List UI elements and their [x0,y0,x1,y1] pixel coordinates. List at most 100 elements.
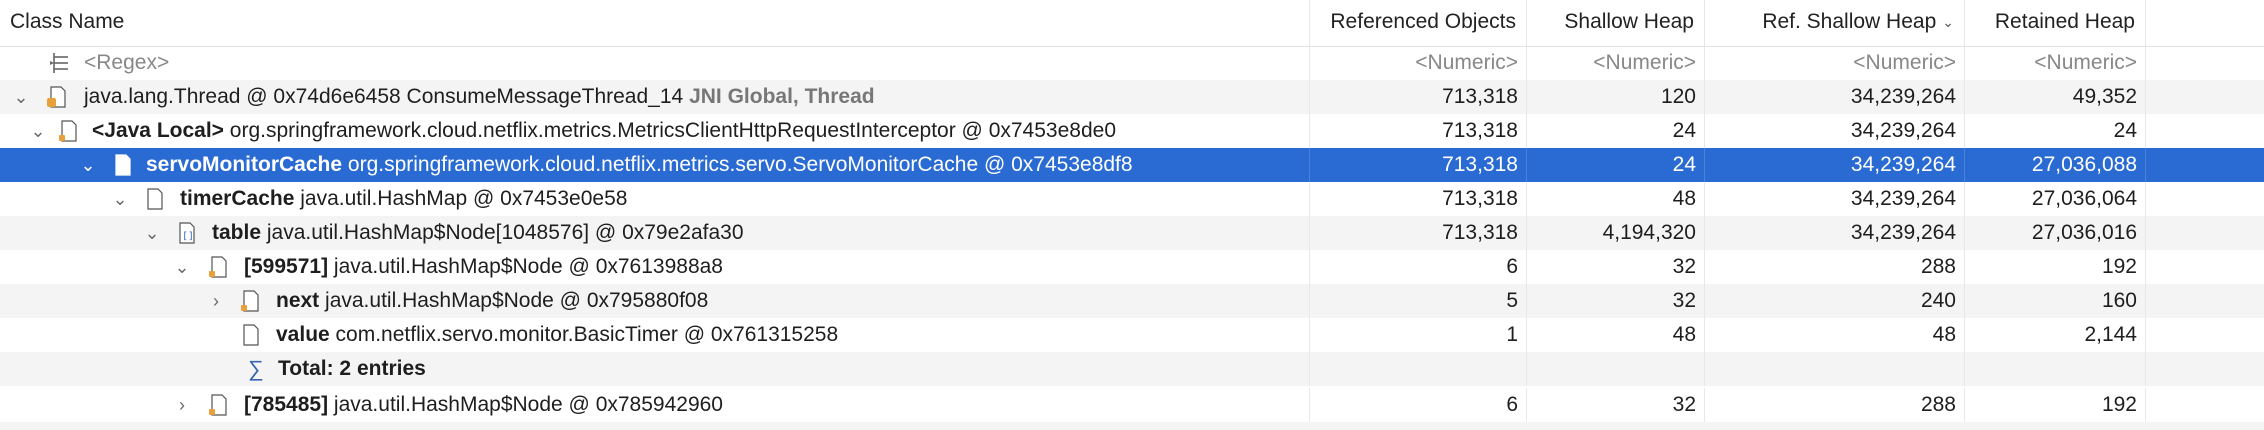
field-name: [599571] [244,255,329,278]
class-name-cell: › next java.util.HashMap$Node @ 0x795880… [0,284,1310,318]
table-row[interactable]: value com.netflix.servo.monitor.BasicTim… [0,318,2264,352]
referenced-objects-value [1310,352,1527,386]
ref-shallow-heap-value: 34,239,264 [1705,182,1965,216]
referenced-objects-value: 713,318 [1310,80,1527,114]
chevron-right-icon[interactable]: › [206,284,226,318]
numeric-filter-referenced-objects[interactable]: <Numeric> [1310,46,1527,80]
numeric-filter-retained-heap[interactable]: <Numeric> [1965,46,2146,80]
object-instance-icon [241,290,259,312]
table-row[interactable]: › next java.util.HashMap$Node @ 0x795880… [0,284,2264,318]
table-row[interactable]: ⌄ timerCache java.util.HashMap @ 0x7453e… [0,182,2264,216]
class-name-cell: ⌄ servoMonitorCache org.springframework.… [0,148,1310,182]
object-instance-icon [115,154,131,176]
table-row[interactable]: ⌄ [] table java.util.HashMap$Node[104857… [0,216,2264,250]
table-row[interactable]: ⌄ [599571] java.util.HashMap$Node @ 0x76… [0,250,2264,284]
shallow-heap-value: 32 [1527,284,1705,318]
object-instance-icon [59,120,77,142]
row-name: Total: 2 entries [278,352,426,386]
ref-shallow-heap-value: 48 [1705,318,1965,352]
object-name: java.util.HashMap$Node @ 0x7613988a8 [333,255,723,278]
ref-shallow-heap-label: Ref. Shallow Heap [1762,10,1937,33]
chevron-down-icon[interactable]: ⌄ [78,148,98,182]
row-name: servoMonitorCache org.springframework.cl… [146,148,1133,182]
class-name-cell: ⌄ java.lang.Thread @ 0x74d6e6458 Consume… [0,80,1310,114]
total-row: ∑ Total: 2 entries [0,352,2264,386]
object-name: java.util.HashMap$Node @ 0x795880f08 [325,289,709,312]
shallow-heap-value: 120 [1527,80,1705,114]
retained-heap-value: 192 [1965,388,2146,422]
retained-heap-value: 27,036,016 [1965,216,2146,250]
object-name: java.util.HashMap$Node @ 0x785942960 [333,393,723,416]
regex-filter-cell[interactable]: <Regex> [0,46,1310,80]
object-name: org.springframework.cloud.netflix.metric… [347,153,1133,176]
row-name: next java.util.HashMap$Node @ 0x795880f0… [276,284,708,318]
shallow-heap-value: 32 [1527,388,1705,422]
chevron-down-icon[interactable]: ⌄ [110,182,130,216]
total-entries-label: Total: 2 entries [278,357,426,380]
field-name: value [276,323,330,346]
referenced-objects-value: 713,318 [1310,216,1527,250]
row-name: <Java Local> org.springframework.cloud.n… [92,114,1116,148]
ref-shallow-heap-value: 288 [1705,388,1965,422]
ref-shallow-heap-value [1705,352,1965,386]
class-name-cell: value com.netflix.servo.monitor.BasicTim… [0,318,1310,352]
object-name: com.netflix.servo.monitor.BasicTimer @ 0… [335,323,839,346]
row-name: [785485] java.util.HashMap$Node @ 0x7859… [244,388,723,422]
field-name: servoMonitorCache [146,153,343,176]
column-header-class-name[interactable]: Class Name [0,0,1310,46]
retained-heap-value: 2,144 [1965,318,2146,352]
ref-shallow-heap-value: 288 [1705,250,1965,284]
class-name-cell: ⌄ <Java Local> org.springframework.cloud… [0,114,1310,148]
ref-shallow-heap-value: 34,239,264 [1705,216,1965,250]
numeric-filter-ref-shallow-heap[interactable]: <Numeric> [1705,46,1965,80]
field-name: [785485] [244,393,329,416]
regex-filter-icon [50,53,68,73]
class-name-cell: › [785485] java.util.HashMap$Node @ 0x78… [0,388,1310,422]
row-name: [599571] java.util.HashMap$Node @ 0x7613… [244,250,723,284]
field-name: <Java Local> [92,119,224,142]
referenced-objects-value: 6 [1310,250,1527,284]
shallow-heap-value: 24 [1527,148,1705,182]
shallow-heap-value [1527,352,1705,386]
chevron-down-icon[interactable]: ⌄ [11,80,31,114]
shallow-heap-value: 48 [1527,318,1705,352]
regex-filter-input[interactable]: <Regex> [84,46,169,80]
retained-heap-value: 49,352 [1965,80,2146,114]
shallow-heap-value: 4,194,320 [1527,216,1705,250]
table-row-partial [0,422,2264,430]
table-row[interactable]: ⌄ java.lang.Thread @ 0x74d6e6458 Consume… [0,80,2264,114]
object-name: java.util.HashMap @ 0x7453e0e58 [300,187,628,210]
table-row[interactable]: › [785485] java.util.HashMap$Node @ 0x78… [0,388,2264,422]
column-header-referenced-objects[interactable]: Referenced Objects [1310,0,1527,46]
dominator-tree-table: Class Name Referenced Objects Shallow He… [0,0,2264,430]
column-header-shallow-heap[interactable]: Shallow Heap [1527,0,1705,46]
class-name-cell: ∑ Total: 2 entries [0,352,1310,386]
sigma-icon: ∑ [248,356,264,381]
thread-object-icon [47,86,66,108]
referenced-objects-value: 713,318 [1310,182,1527,216]
chevron-down-icon[interactable]: ⌄ [142,216,162,250]
retained-heap-value: 160 [1965,284,2146,318]
sort-descending-icon: ⌄ [1942,14,1954,31]
chevron-down-icon[interactable]: ⌄ [172,250,192,284]
referenced-objects-value: 713,318 [1310,114,1527,148]
table-row-selected[interactable]: ⌄ servoMonitorCache org.springframework.… [0,148,2264,182]
referenced-objects-value: 5 [1310,284,1527,318]
table-row[interactable]: ⌄ <Java Local> org.springframework.cloud… [0,114,2264,148]
chevron-right-icon[interactable]: › [172,388,192,422]
numeric-filter-shallow-heap[interactable]: <Numeric> [1527,46,1705,80]
object-instance-icon [147,188,163,210]
retained-heap-value: 27,036,064 [1965,182,2146,216]
shallow-heap-value: 24 [1527,114,1705,148]
class-name-cell: ⌄ [] table java.util.HashMap$Node[104857… [0,216,1310,250]
ref-shallow-heap-value: 34,239,264 [1705,114,1965,148]
column-header-ref-shallow-heap[interactable]: Ref. Shallow Heap ⌄ [1705,0,1965,46]
filter-row: <Regex> <Numeric> <Numeric> <Numeric> <N… [0,46,2264,80]
field-name: next [276,289,320,312]
column-header-retained-heap[interactable]: Retained Heap [1965,0,2146,46]
chevron-down-icon[interactable]: ⌄ [28,114,48,148]
retained-heap-value: 192 [1965,250,2146,284]
row-name: java.lang.Thread @ 0x74d6e6458 ConsumeMe… [84,80,875,114]
referenced-objects-value: 1 [1310,318,1527,352]
table-header: Class Name Referenced Objects Shallow He… [0,0,2264,47]
